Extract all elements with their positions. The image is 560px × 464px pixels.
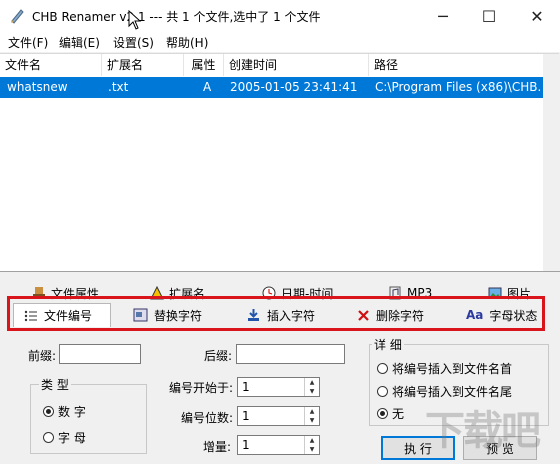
title-bar: CHB Renamer v2.1 --- 共 1 个文件,选中了 1 个文件 ─… [0, 0, 560, 32]
start-number-spinner[interactable]: 1 ▲ ▼ [237, 377, 320, 397]
cell-extension: .txt [108, 80, 129, 94]
radio-indicator [43, 406, 54, 417]
highlight-box [7, 296, 545, 331]
prefix-input[interactable] [59, 344, 141, 364]
radio-none[interactable]: 无 [377, 405, 404, 422]
radio-indicator [377, 363, 388, 374]
type-group-title: 类 型 [39, 376, 71, 393]
radio-label: 无 [392, 407, 405, 421]
radio-label: 将编号插入到文件名首 [392, 362, 513, 376]
cell-filename: whatsnew [7, 80, 68, 94]
prefix-label: 前缀: [28, 349, 57, 363]
table-row[interactable]: whatsnew .txt A 2005-01-05 23:41:41 C:\P… [0, 77, 559, 98]
spinner-arrows-icon[interactable]: ▲ ▼ [304, 407, 319, 425]
increment-spinner[interactable]: 1 ▲ ▼ [237, 435, 320, 455]
radio-indicator [377, 386, 388, 397]
file-list[interactable]: 文件名 扩展名 属性 创建时间 路径 whatsnew .txt A 2005-… [0, 53, 559, 271]
radio-letter[interactable]: 字 母 [43, 429, 86, 446]
column-header-created[interactable]: 创建时间 [224, 54, 369, 76]
column-header-filename[interactable]: 文件名 [0, 54, 102, 76]
watermark-logo: 下载吧 [425, 408, 541, 454]
suffix-label: 后缀: [204, 349, 233, 363]
radio-indicator [43, 432, 54, 443]
start-label: 编号开始于: [169, 381, 234, 395]
cell-path: C:\Program Files (x86)\CHB... [375, 80, 541, 94]
radio-label: 数 字 [58, 405, 86, 419]
cell-created: 2005-01-05 23:41:41 [230, 80, 358, 94]
spinner-arrows-icon[interactable]: ▲ ▼ [304, 436, 319, 454]
digits-label: 编号位数: [181, 411, 234, 425]
radio-number[interactable]: 数 字 [43, 403, 86, 420]
spinner-value: 1 [242, 409, 250, 423]
menu-edit[interactable]: 编辑(E) [59, 34, 100, 51]
menu-bar: 文件(F) 编辑(E) 设置(S) 帮助(H) [0, 32, 560, 52]
column-header-path[interactable]: 路径 [369, 54, 543, 76]
menu-file[interactable]: 文件(F) [8, 34, 48, 51]
detail-group-title: 详 细 [372, 336, 404, 353]
digit-count-spinner[interactable]: 1 ▲ ▼ [237, 406, 320, 426]
spinner-arrows-icon[interactable]: ▲ ▼ [304, 378, 319, 396]
radio-label: 字 母 [58, 431, 86, 445]
vertical-scrollbar[interactable] [543, 54, 559, 271]
app-icon [11, 9, 24, 24]
radio-insert-start[interactable]: 将编号插入到文件名首 [377, 360, 512, 377]
radio-indicator [377, 408, 388, 419]
maximize-button[interactable]: ☐ [466, 0, 512, 32]
menu-settings[interactable]: 设置(S) [113, 34, 154, 51]
minimize-button[interactable]: ─ [420, 0, 466, 32]
spinner-value: 1 [242, 438, 250, 452]
suffix-input[interactable] [236, 344, 345, 364]
mouse-cursor-icon [128, 10, 142, 30]
column-header-extension[interactable]: 扩展名 [102, 54, 184, 76]
cell-attribute: A [203, 80, 212, 94]
menu-help[interactable]: 帮助(H) [166, 34, 208, 51]
type-groupbox: 类 型 数 字 字 母 [30, 376, 147, 454]
spinner-value: 1 [242, 380, 250, 394]
window-title: CHB Renamer v2.1 --- 共 1 个文件,选中了 1 个文件 [32, 10, 321, 24]
column-header-attribute[interactable]: 属性 [184, 54, 224, 76]
increment-label: 增量: [203, 440, 232, 454]
close-button[interactable]: ✕ [514, 0, 560, 32]
